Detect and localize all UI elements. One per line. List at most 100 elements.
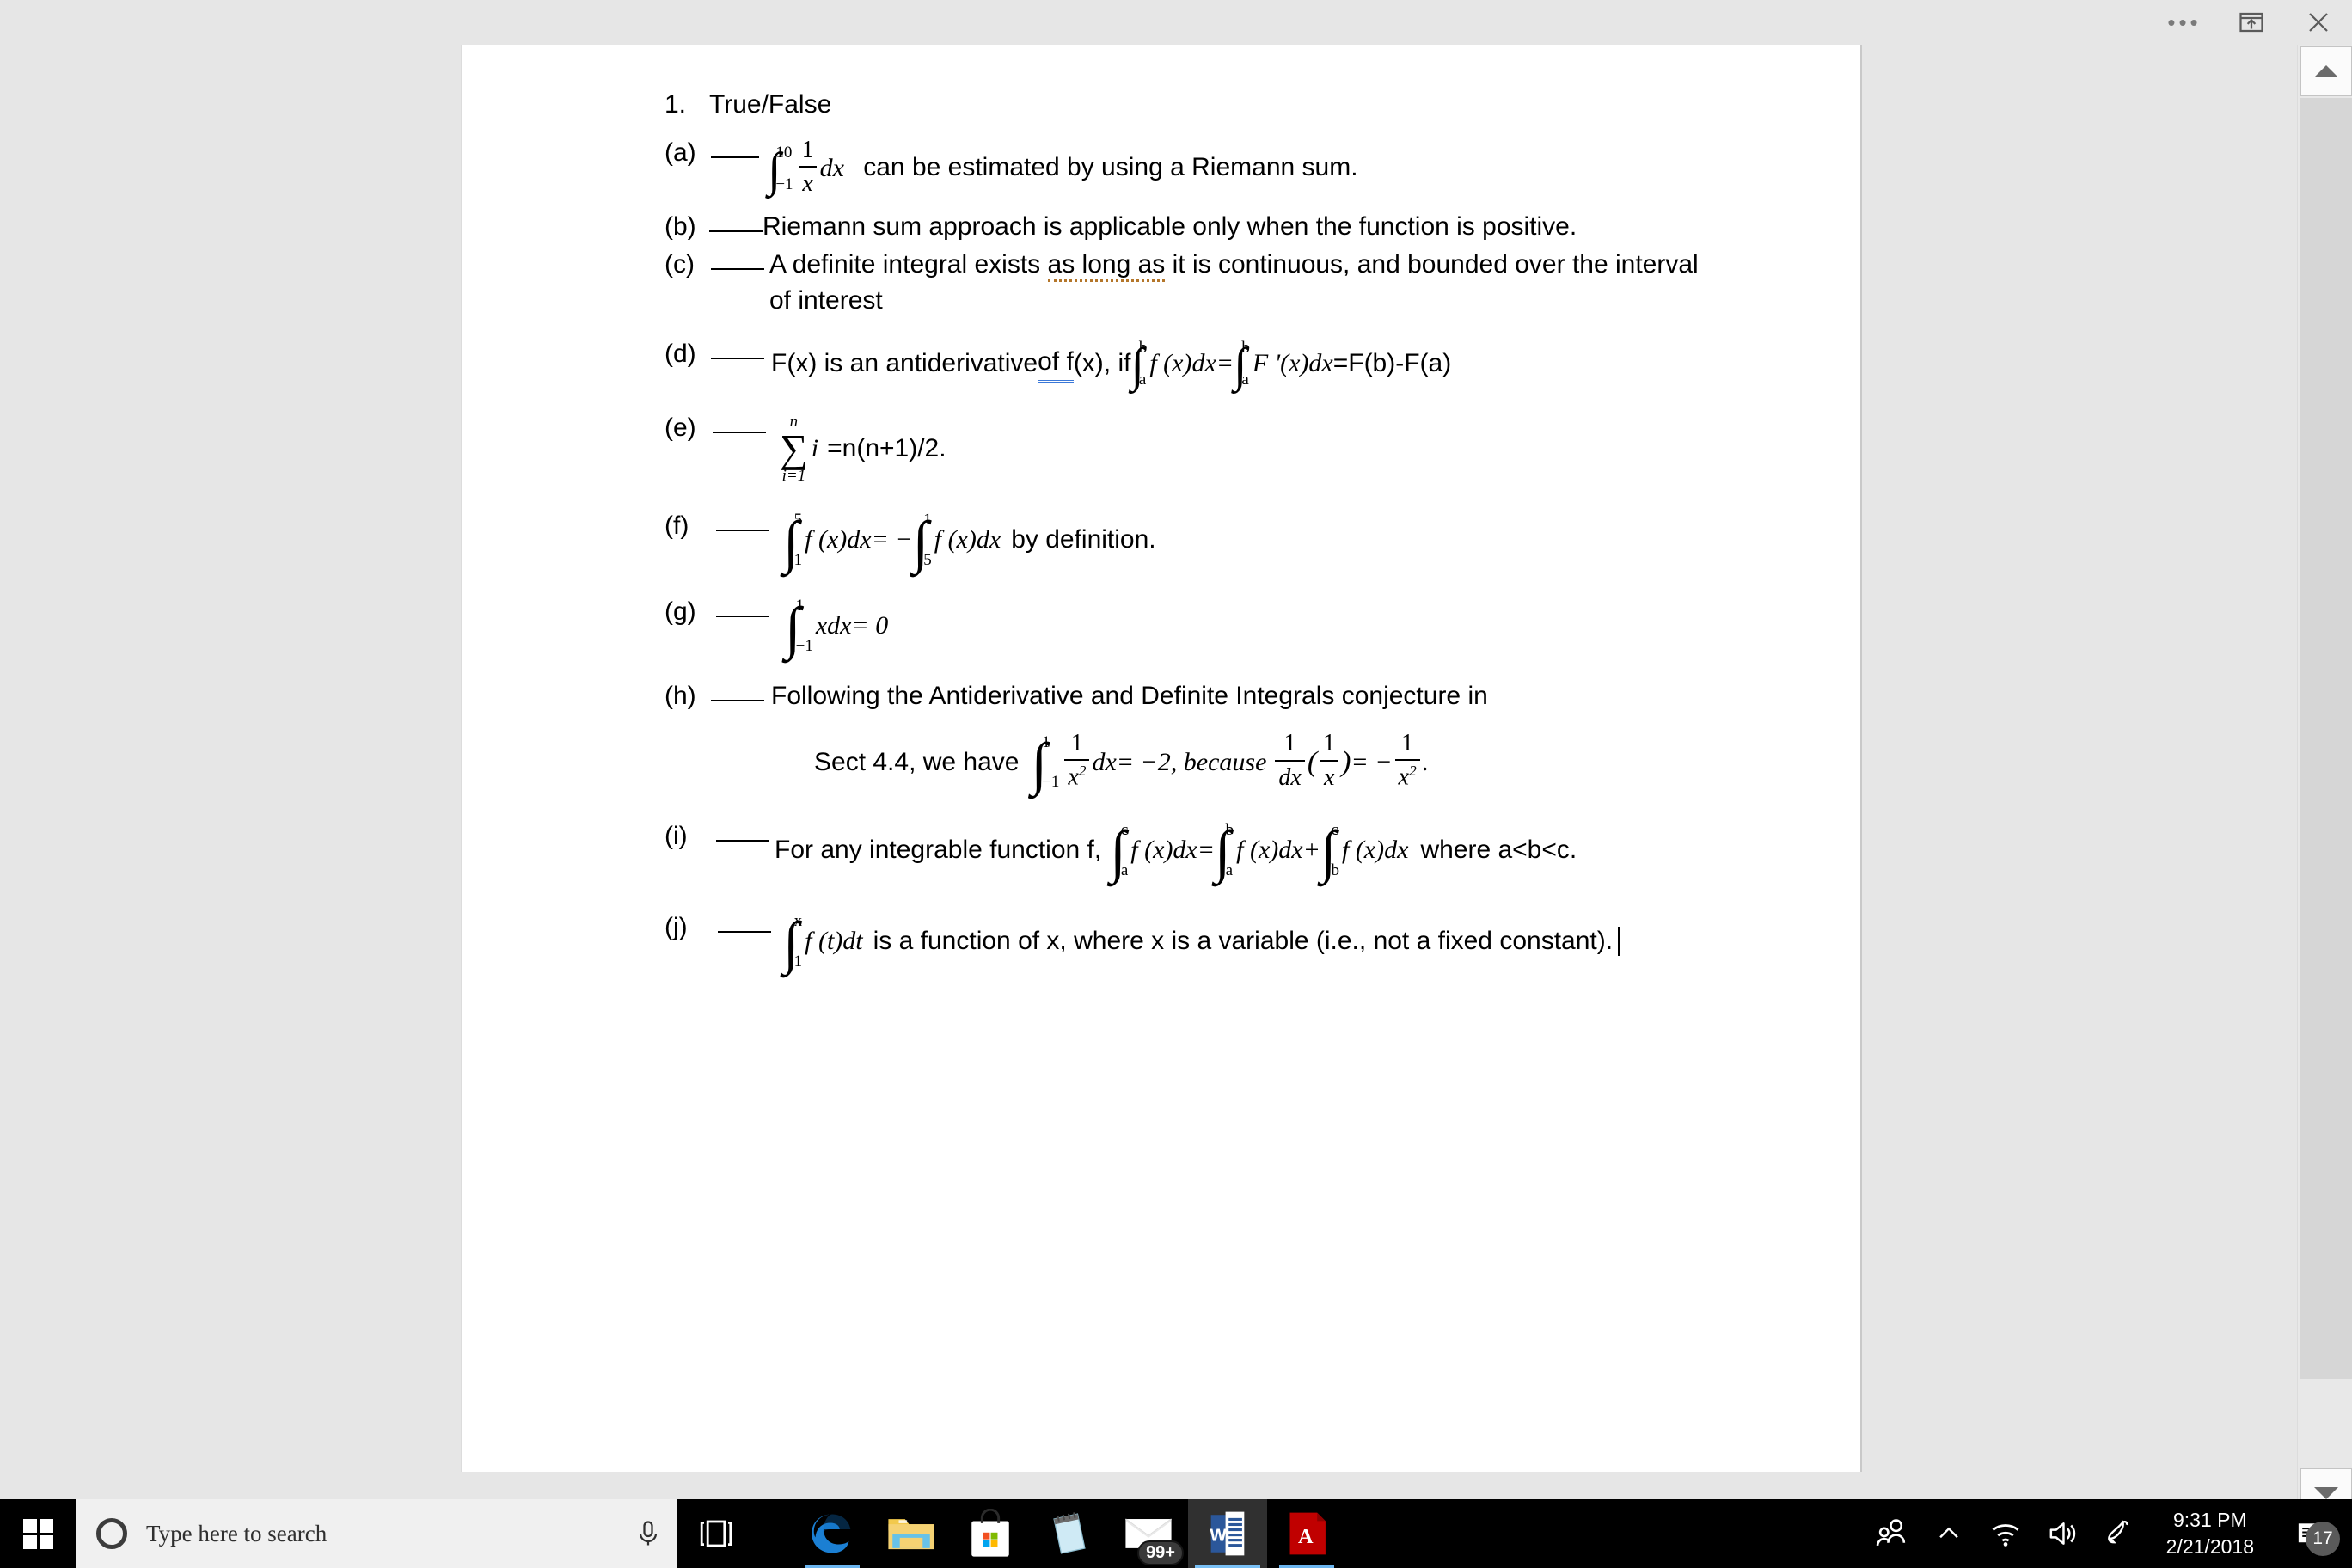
answer-blank-d[interactable] [711,337,764,360]
integral-symbol: ∫ [1234,338,1247,392]
question-number: 1. [665,90,687,119]
fraction-numerator: 1 [801,136,814,163]
windows-ink-button[interactable] [2091,1499,2147,1568]
fraction-h2: 1 dx [1275,727,1305,793]
integral-i3: ∫ c b f (x)dx [1320,819,1409,881]
windows-logo-icon [22,1518,53,1549]
share-export-icon [2239,12,2263,33]
show-hidden-icons-button[interactable] [1920,1499,1977,1568]
fraction-denominator: x [1320,759,1338,793]
list-item: (d) F(x) is an antiderivative of f (x), i… [665,337,1799,390]
item-label-f: (f) [665,511,689,541]
system-tray: 9:31 PM 2/21/2018 17 [1864,1499,2352,1568]
clock-time: 9:31 PM [2173,1509,2247,1532]
taskbar-app-microsoft-store[interactable] [951,1499,1030,1568]
more-options-label: ••• [2167,9,2202,35]
adobe-acrobat-icon: A [1280,1507,1333,1560]
item-text-b: Riemann sum approach is applicable only … [763,212,1577,242]
microsoft-store-icon [964,1507,1017,1560]
integral-symbol: ∫ [912,508,929,574]
integral-j: ∫ x 1 f (t)dt [783,910,863,972]
answer-blank-e[interactable] [713,411,766,434]
taskbar-app-microsoft-edge[interactable] [793,1499,872,1568]
item-text-h-line1: Following the Antiderivative and Definit… [771,682,1488,711]
fraction-numerator: 1 [1323,730,1336,757]
item-label-j: (j) [665,912,688,941]
list-item: (b) Riemann sum approach is applicable o… [665,210,1799,244]
question-title: True/False [709,90,832,119]
exponent: 2 [1408,763,1417,780]
pinned-apps: 99+ W A [793,1499,1346,1568]
taskbar-app-microsoft-word[interactable]: W [1188,1499,1267,1568]
integral-symbol: ∫ [1130,338,1144,392]
taskbar-app-sticky-notes[interactable] [1030,1499,1109,1568]
equals-h: = −2, because [1116,747,1267,776]
paren-open: ( [1307,745,1318,778]
volume-button[interactable] [2034,1499,2091,1568]
scroll-up-button[interactable] [2300,46,2352,96]
vertical-scrollbar[interactable] [2297,45,2352,1520]
search-box[interactable]: Type here to search [76,1499,677,1568]
item-label-b: (b) [665,212,696,242]
document-canvas[interactable]: 1. True/False (a) ∫ 10 −1 1 x dx can be … [0,45,2297,1520]
answer-blank-g[interactable] [716,595,769,618]
start-button[interactable] [0,1499,76,1568]
clock[interactable]: 9:31 PM 2/21/2018 [2147,1499,2273,1568]
item-body-d: F(x) is an antiderivative of f (x), if ∫ … [771,337,1799,390]
equals-d1: = [1216,349,1234,378]
action-center-button[interactable]: 17 [2273,1499,2347,1568]
task-view-icon [700,1520,732,1547]
document-page[interactable]: 1. True/False (a) ∫ 10 −1 1 x dx can be … [461,45,1862,1472]
scrollbar-thumb[interactable] [2300,98,2352,1379]
summation-body: i [811,434,819,463]
chevron-up-icon [1939,1527,1958,1539]
grammar-underlined-text: of f [1038,345,1074,383]
taskbar-app-mail[interactable]: 99+ [1109,1499,1188,1568]
answer-blank-a[interactable] [711,136,759,158]
task-view-button[interactable] [677,1499,755,1568]
microphone-icon[interactable] [633,1516,664,1551]
people-button[interactable] [1864,1499,1920,1568]
wifi-icon [1992,1524,2019,1547]
taskbar-app-file-explorer[interactable] [872,1499,951,1568]
close-button[interactable] [2285,0,2352,45]
fraction-numerator: 1 [1283,730,1296,757]
answer-blank-b[interactable] [709,210,763,233]
integral-g: ∫ 1 −1 xdx [785,595,852,657]
windows-taskbar: Type here to search 99+ W A 9:31 PM 2/21… [0,1499,2352,1568]
equals-h2: = − [1351,747,1393,776]
spellcheck-underlined-text: as long as [1047,250,1166,283]
answer-blank-j[interactable] [718,910,771,933]
fraction-denominator: x2 [1394,759,1420,793]
integrand: f (x)dx [934,525,1001,554]
fraction-h4: 1 x2 [1394,727,1420,793]
answer-blank-f[interactable] [716,509,769,532]
app-open-indicator [1279,1565,1334,1568]
share-export-button[interactable] [2218,0,2285,45]
item-label-e: (e) [665,413,696,443]
integral-h: ∫ 1 −1 1 x2 dx [1031,729,1116,795]
volume-icon [2049,1522,2075,1545]
answer-blank-h[interactable] [711,679,764,702]
taskbar-app-adobe-acrobat[interactable]: A [1267,1499,1346,1568]
answer-blank-i[interactable] [716,819,769,842]
item-text-a: can be estimated by using a Riemann sum. [863,153,1358,182]
integral-f1: ∫ 5 1 f (x)dx [783,509,872,571]
text-cursor [1618,926,1620,956]
more-options-button[interactable]: ••• [2151,0,2218,45]
integrand: f (x)dx [1149,349,1216,378]
exponent: 2 [1078,763,1087,780]
item-label-g: (g) [665,597,696,627]
integrand: xdx [815,611,852,640]
answer-blank-c[interactable] [711,248,764,271]
mail-unread-badge: 99+ [1137,1540,1184,1565]
title-bar: ••• [0,0,2352,45]
network-button[interactable] [1977,1499,2034,1568]
integrand: f (x)dx [1341,836,1409,865]
fraction-denominator: dx [1275,759,1305,793]
differential: dx [819,154,844,183]
list-item: (h) Following the Antiderivative and Def… [665,679,1799,795]
item-text-d-tail: =F(b)-F(a) [1332,349,1452,378]
summation-e: n ∑ i=1 [780,411,808,487]
item-text-i-tail: where a<b<c. [1420,836,1577,865]
